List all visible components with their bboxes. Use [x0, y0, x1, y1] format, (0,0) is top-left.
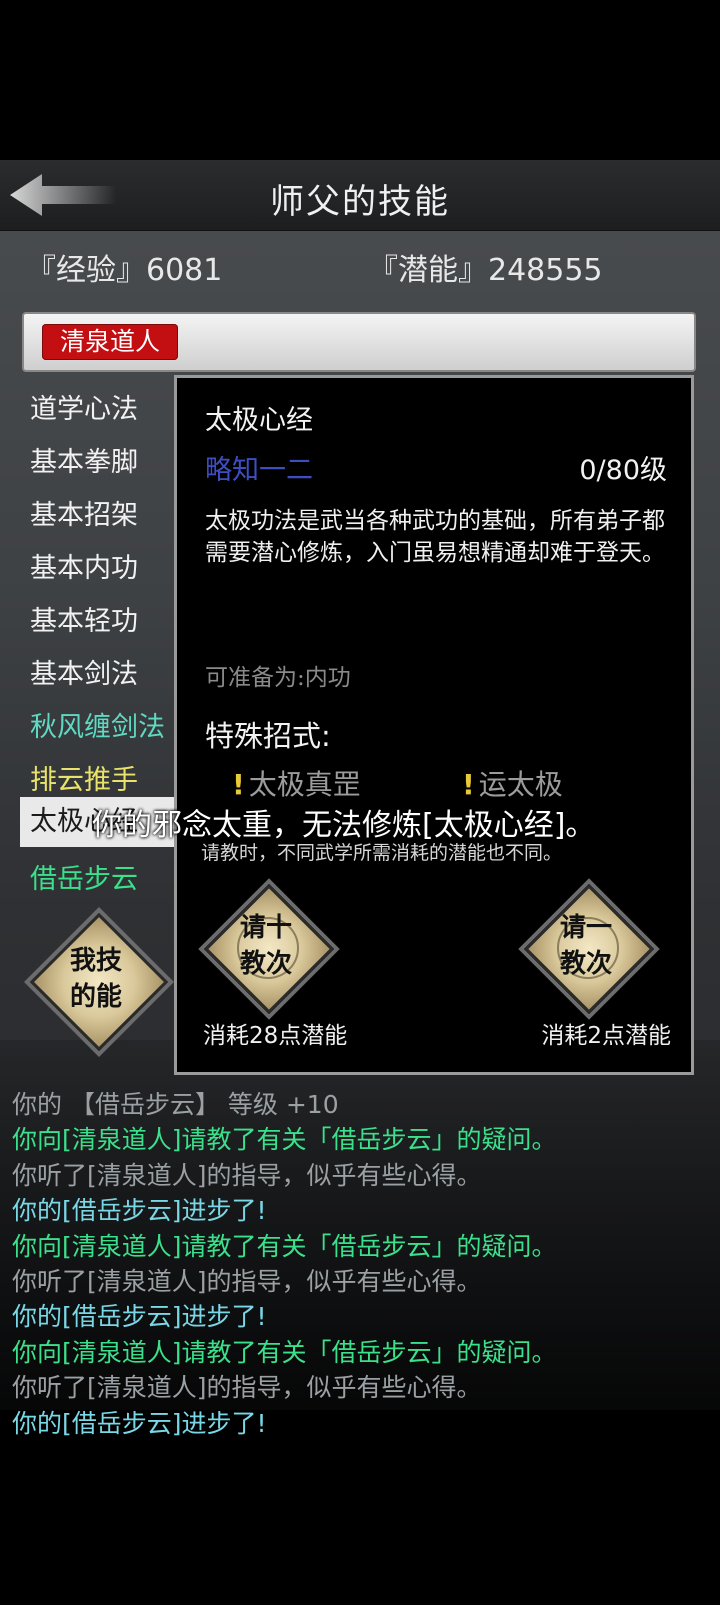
- skill-name: 太极心经: [205, 405, 313, 436]
- ask-one-label: 请一 教次: [543, 903, 629, 989]
- skill-item[interactable]: 基本内功: [20, 544, 180, 594]
- special-move-label: 运太极: [478, 768, 563, 801]
- skill-item[interactable]: 基本拳脚: [20, 438, 180, 488]
- ask-ten-button[interactable]: 请十 教次: [203, 883, 335, 1015]
- log-line: 你向[清泉道人]请教了有关「借岳步云」的疑问。: [12, 1231, 557, 1261]
- skill-detail-popup: 太极心经 略知一二 0/80级 太极功法是武当各种武功的基础，所有弟子都需要潜心…: [174, 375, 694, 1075]
- skill-item[interactable]: 基本剑法: [20, 650, 180, 700]
- my-skills-line2: 的能: [69, 982, 122, 1012]
- warning-icon: !: [462, 768, 475, 801]
- master-name-tag[interactable]: 清泉道人: [42, 324, 179, 360]
- skill-level-text: 略知一二: [205, 455, 313, 486]
- ask-ten-label: 请十 教次: [223, 903, 309, 989]
- special-moves-title: 特殊招式:: [205, 719, 331, 753]
- skill-level-max: 0/80级: [579, 455, 667, 486]
- skill-item[interactable]: 借岳步云: [20, 855, 180, 895]
- ask-ten-cost: 消耗28点潜能: [203, 1023, 348, 1049]
- message-log: 你的 【借岳步云】 等级 +10 你向[清泉道人]请教了有关「借岳步云」的疑问。…: [12, 1087, 712, 1441]
- special-move-label: 太极真罡: [248, 768, 361, 801]
- log-line: 你的 【借岳步云】 等级 +10: [12, 1090, 339, 1119]
- special-move[interactable]: ! 太极真罡: [232, 763, 361, 803]
- experience-value: 『经验』6081: [26, 253, 223, 288]
- top-bar: 师父的技能: [0, 160, 720, 231]
- log-line: 你的[借岳步云]进步了!: [12, 1196, 267, 1226]
- page-title: 师父的技能: [270, 182, 450, 222]
- log-line: 你听了[清泉道人]的指导，似乎有些心得。: [12, 1266, 482, 1296]
- skill-description: 太极功法是武当各种武功的基础，所有弟子都需要潜心修炼，入门虽易想精通却难于登天。: [205, 508, 665, 566]
- ask-ten-line2: 教次: [239, 949, 292, 979]
- ask-ten-line1: 请十: [239, 913, 292, 943]
- my-skills-label: 我技 的能: [50, 933, 142, 1025]
- master-bar: 清泉道人: [22, 312, 696, 372]
- log-line: 你听了[清泉道人]的指导，似乎有些心得。: [12, 1373, 482, 1403]
- ask-one-button[interactable]: 请一 教次: [523, 883, 655, 1015]
- potential-value: 『潜能』248555: [368, 253, 603, 288]
- special-move[interactable]: ! 运太极: [462, 763, 563, 803]
- ask-one-line2: 教次: [559, 949, 612, 979]
- ask-one-line1: 请一: [559, 913, 612, 943]
- log-line: 你的[借岳步云]进步了!: [12, 1408, 267, 1438]
- log-line: 你的[借岳步云]进步了!: [12, 1302, 267, 1332]
- skill-item[interactable]: 基本招架: [20, 491, 180, 541]
- log-line: 你向[清泉道人]请教了有关「借岳步云」的疑问。: [12, 1337, 557, 1367]
- log-line: 你向[清泉道人]请教了有关「借岳步云」的疑问。: [12, 1125, 557, 1155]
- skill-prepare-as: 可准备为:内功: [205, 665, 351, 691]
- skill-item[interactable]: 道学心法: [20, 385, 180, 435]
- skill-item[interactable]: 基本轻功: [20, 597, 180, 647]
- my-skills-line1: 我技: [69, 946, 122, 976]
- log-line: 你听了[清泉道人]的指导，似乎有些心得。: [12, 1160, 482, 1190]
- my-skills-button[interactable]: 我技 的能: [29, 912, 169, 1052]
- skill-item[interactable]: 秋风缠剑法: [20, 703, 180, 753]
- toast-message: 你的邪念太重，无法修炼[太极心经]。: [92, 808, 596, 843]
- warning-icon: !: [232, 768, 245, 801]
- ask-one-cost: 消耗2点潜能: [541, 1023, 671, 1049]
